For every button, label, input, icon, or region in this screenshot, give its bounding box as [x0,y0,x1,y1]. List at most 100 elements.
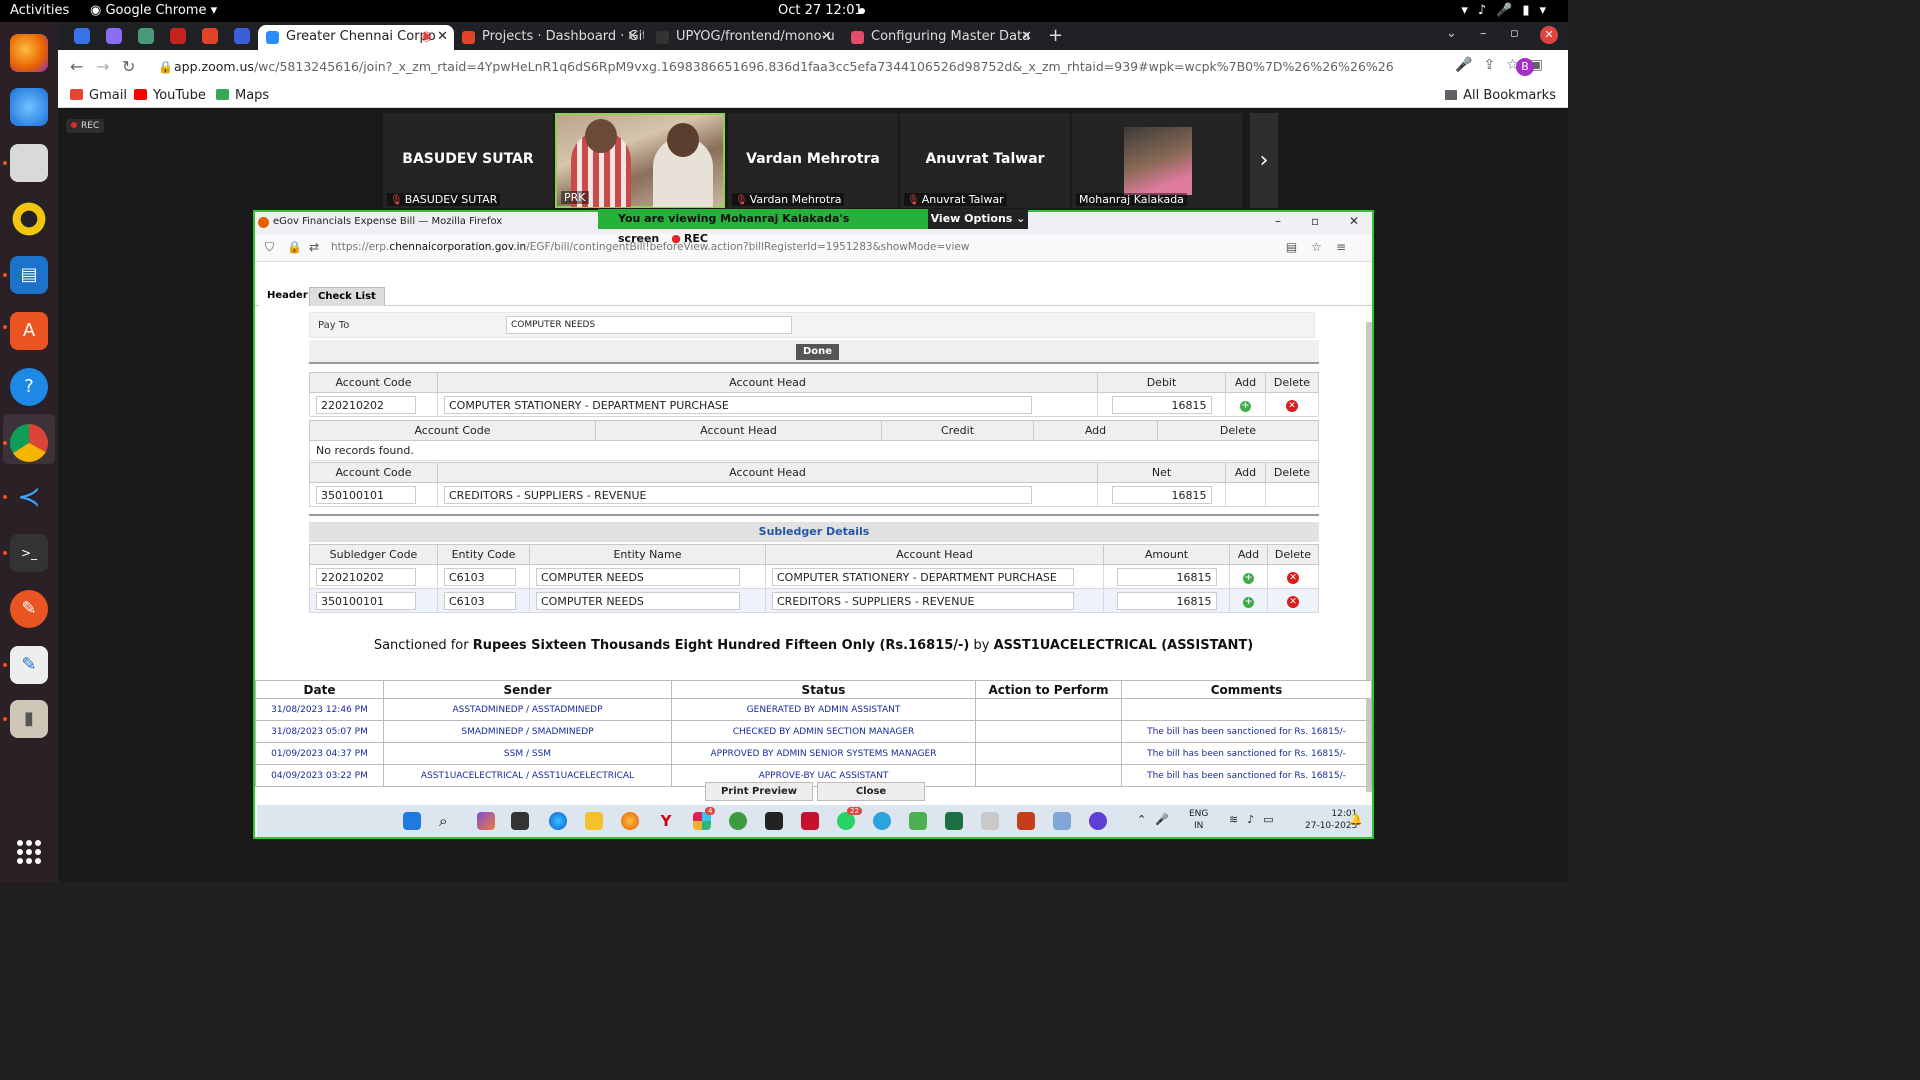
tab-check-list[interactable]: Check List [309,287,385,306]
image-viewer-icon[interactable] [1053,812,1071,830]
address-bar[interactable]: app.zoom.us/wc/5813245616/join?_x_zm_rta… [174,59,1394,74]
profile-avatar[interactable]: B [1516,58,1534,76]
forward-icon[interactable]: → [96,57,109,76]
close-tab-icon[interactable]: ✕ [437,25,448,49]
entity-name-field[interactable]: COMPUTER NEEDS [536,591,740,610]
permissions-icon[interactable]: ⇄ [309,240,319,254]
add-row-icon[interactable]: + [1243,572,1254,584]
input-language[interactable]: ENG IN [1189,808,1208,832]
clipboard-icon[interactable] [981,812,999,830]
activities-button[interactable]: Activities [10,3,69,18]
chrome-icon[interactable] [10,424,48,462]
edge-icon[interactable] [549,812,567,830]
windows-tray-icons[interactable]: ⌃🎤 [1137,813,1178,826]
firefox-toolbar-icons[interactable]: ▤☆≡ [1286,240,1360,254]
copilot-icon[interactable] [477,812,495,830]
next-page-chevron-icon[interactable]: › [1250,113,1278,208]
pinned-tab[interactable] [138,28,154,44]
minimize-button[interactable]: – [1480,26,1487,41]
reload-icon[interactable]: ↻ [122,57,135,76]
bookmark-maps[interactable]: Maps [216,88,269,103]
excel-icon[interactable] [945,812,963,830]
show-apps-icon[interactable] [17,840,41,864]
participant-tile[interactable]: Mohanraj Kalakada [1072,113,1242,208]
telegram-icon[interactable] [873,812,891,830]
net-amount-field[interactable]: 16815 [1111,485,1212,504]
clock[interactable]: Oct 27 12:01 [778,3,863,18]
shield-icon[interactable]: ⛉ [265,240,274,255]
account-head-field[interactable]: CREDITORS - SUPPLIERS - REVENUE [444,485,1032,504]
close-tab-icon[interactable]: ✕ [821,25,832,49]
delete-row-icon[interactable]: ✕ [1287,595,1299,608]
task-view-icon[interactable] [511,812,529,830]
notifications-icon[interactable]: 🔔 [1349,813,1372,826]
amount-field[interactable]: 16815 [1116,567,1217,586]
amount-field[interactable]: 16815 [1116,591,1217,610]
tab-zoom[interactable]: Greater Chennai Corpo ◉ ✕ [258,25,454,50]
account-code-field[interactable]: 220210202 [316,395,416,414]
all-bookmarks[interactable]: All Bookmarks [1445,88,1556,103]
vscode-icon[interactable]: ≺ [10,478,48,516]
windows-start-icon[interactable] [403,812,421,830]
restore-button[interactable]: ▫ [1510,26,1519,41]
toolbar-actions[interactable]: 🎤⇪☆▣ [1455,57,1554,73]
participant-tile[interactable]: Vardan Mehrotra 🎙 Vardan Mehrotra [728,113,898,208]
back-icon[interactable]: ← [70,57,83,76]
writer-icon[interactable]: ▤ [10,256,48,294]
search-icon[interactable]: ⌕ [439,812,457,830]
help-icon[interactable]: ? [10,368,48,406]
app-center-icon[interactable]: A [10,312,48,350]
debit-amount-field[interactable]: 16815 [1111,395,1212,414]
tab-config[interactable]: Configuring Master Data ✕ [843,25,1038,50]
tab-gitlab[interactable]: Projects · Dashboard · Gitl ✕ [454,25,644,50]
participant-tile[interactable]: Anuvrat Talwar 🎙 Anuvrat Talwar [900,113,1070,208]
delete-row-icon[interactable]: ✕ [1287,571,1299,584]
entity-code-field[interactable]: C6103 [444,591,516,610]
terminal-icon[interactable] [765,812,783,830]
close-button[interactable]: Close [817,782,925,801]
account-head-field[interactable]: COMPUTER STATIONERY - DEPARTMENT PURCHAS… [772,567,1074,586]
app-icon[interactable] [729,812,747,830]
app-menu[interactable]: ◉ Google Chrome ▾ [90,3,217,18]
bookmark-youtube[interactable]: YouTube [134,88,206,103]
account-head-field[interactable]: CREDITORS - SUPPLIERS - REVENUE [772,591,1074,610]
entity-name-field[interactable]: COMPUTER NEEDS [536,567,740,586]
lock-icon[interactable]: 🔒 [287,240,302,254]
close-window-button[interactable]: ✕ [1540,26,1558,44]
chart-app-icon[interactable] [909,812,927,830]
maximize-button[interactable]: ▫ [1311,214,1319,228]
network-sound-battery-icons[interactable]: ≋♪▭ [1229,813,1283,826]
usb-icon[interactable]: ▮ [10,700,48,738]
entity-code-field[interactable]: C6103 [444,567,516,586]
system-tray[interactable]: ▾♪🎤▮▾ [1461,3,1556,18]
add-row-icon[interactable]: + [1243,596,1254,608]
subledger-code-field[interactable]: 350100101 [316,591,416,610]
bookmark-gmail[interactable]: Gmail [70,88,127,103]
pinned-tab[interactable] [234,28,250,44]
yandex-icon[interactable]: Y [657,812,675,830]
tab-github[interactable]: UPYOG/frontend/mono-u ✕ [648,25,838,50]
lock-icon[interactable]: 🔒 [158,60,173,74]
new-tab-button[interactable]: + [1048,25,1063,46]
pinned-tab[interactable] [106,28,122,44]
done-button[interactable]: Done [796,344,840,360]
pinned-tab[interactable] [74,28,90,44]
account-code-field[interactable]: 350100101 [316,485,416,504]
file-explorer-icon[interactable] [585,812,603,830]
terminal-icon[interactable]: >_ [10,534,48,572]
pen-icon[interactable]: ✎ [10,590,48,628]
close-tab-icon[interactable]: ✕ [1021,25,1032,49]
files-icon[interactable] [10,144,48,182]
tab-header[interactable]: Header [259,287,316,306]
rhythmbox-icon[interactable] [10,200,48,238]
zulip-icon[interactable] [1089,812,1107,830]
shield-app-icon[interactable] [801,812,819,830]
participant-tile-video[interactable]: PRK [555,113,725,208]
subledger-code-field[interactable]: 220210202 [316,567,416,586]
add-row-icon[interactable]: + [1240,400,1251,412]
account-head-field[interactable]: COMPUTER STATIONERY - DEPARTMENT PURCHAS… [444,395,1032,414]
text-editor-icon[interactable]: ✎ [10,646,48,684]
thunderbird-icon[interactable] [10,88,48,126]
minimize-button[interactable]: – [1275,214,1281,228]
pinned-tab[interactable] [170,28,186,44]
